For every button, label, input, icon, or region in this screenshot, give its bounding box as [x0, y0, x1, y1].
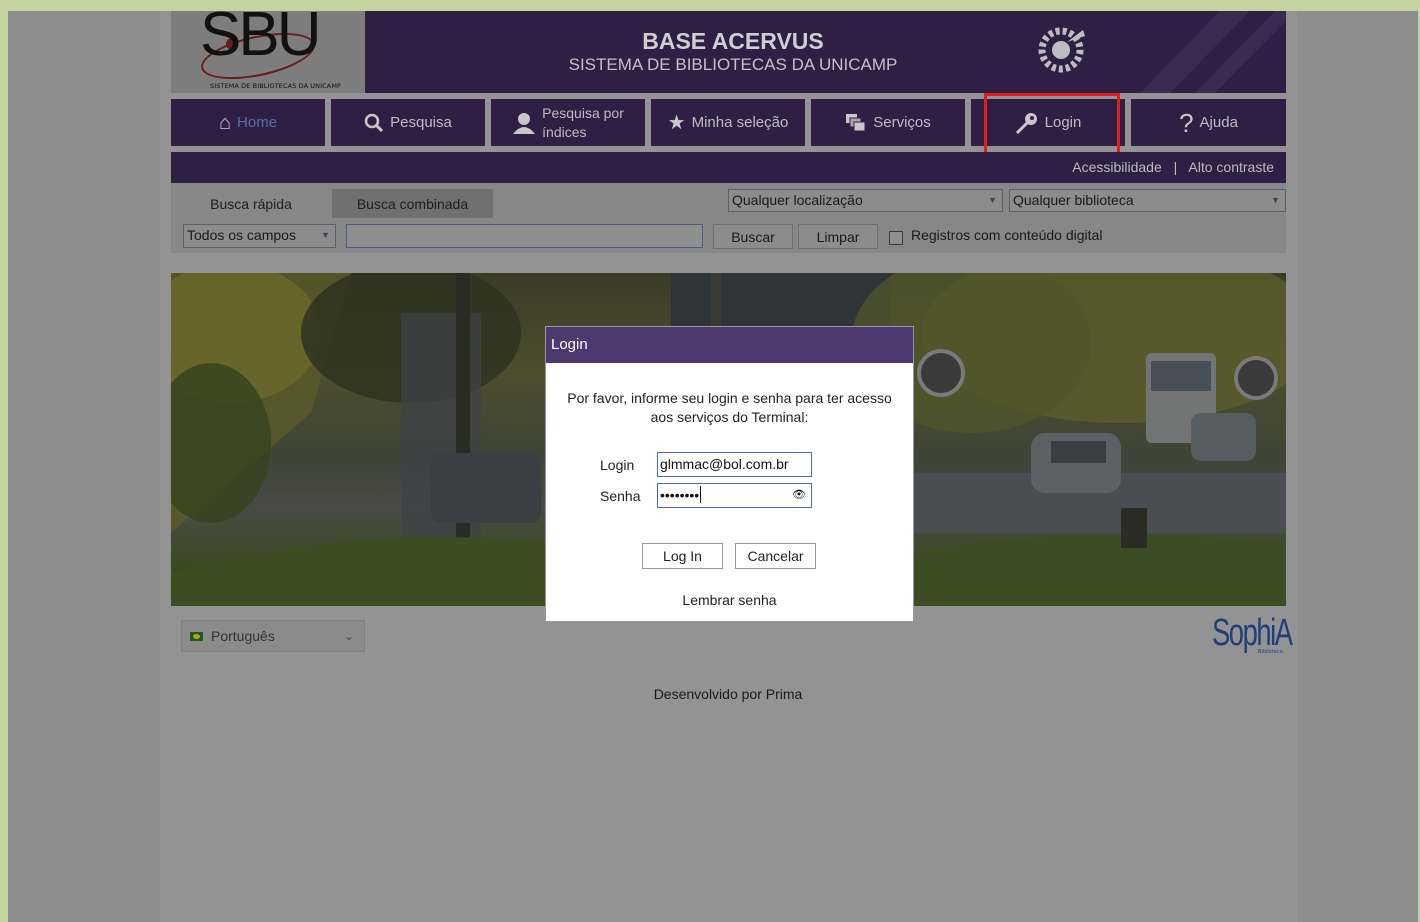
- language-select[interactable]: Português ⌄: [181, 620, 365, 652]
- services-icon: [846, 113, 866, 131]
- dialog-message: Por favor, informe seu login e senha par…: [567, 390, 892, 425]
- question-icon: ?: [1179, 107, 1194, 138]
- search-input[interactable]: [346, 224, 703, 248]
- sophia-logo-subtitle: Biblioteca: [1258, 649, 1283, 655]
- accessibility-bar: Acessibilidade | Alto contraste: [171, 152, 1286, 183]
- senha-field-label: Senha: [600, 488, 641, 504]
- accessibility-links: Acessibilidade | Alto contraste: [1072, 159, 1274, 175]
- nav-indices[interactable]: Pesquisa por índices: [491, 99, 645, 146]
- campos-value: Todos os campos: [187, 227, 296, 243]
- tab-busca-combinada[interactable]: Busca combinada: [332, 189, 493, 218]
- link-separator: |: [1173, 159, 1178, 175]
- biblioteca-value: Qualquer biblioteca: [1013, 192, 1134, 208]
- cancelar-button[interactable]: Cancelar: [735, 543, 816, 569]
- password-value: ••••••••: [660, 487, 700, 503]
- nav-indices-line1: Pesquisa por: [542, 104, 624, 121]
- nav-servicos[interactable]: Serviços: [811, 99, 965, 146]
- lembrar-senha-link[interactable]: Lembrar senha: [546, 592, 913, 608]
- language-value: Português: [211, 628, 275, 644]
- campos-select[interactable]: Todos os campos ▼: [183, 224, 336, 248]
- star-icon: ★: [667, 111, 686, 134]
- biblioteca-select[interactable]: Qualquer biblioteca ▼: [1009, 189, 1286, 212]
- acessibilidade-link[interactable]: Acessibilidade: [1072, 159, 1162, 175]
- nav-home-label: Home: [237, 114, 278, 131]
- unicamp-emblem-icon: [1038, 27, 1085, 73]
- dialog-title: Login: [546, 327, 913, 363]
- logo-subtitle: SISTEMA DE BIBLIOTECAS DA UNICAMP: [210, 82, 342, 90]
- chevron-down-icon: ▼: [321, 230, 330, 240]
- text-caret: [700, 486, 702, 503]
- log-in-button[interactable]: Log In: [642, 543, 723, 569]
- person-index-icon: [513, 112, 536, 134]
- alto-contraste-link[interactable]: Alto contraste: [1188, 159, 1274, 175]
- nav-indices-label: Pesquisa por índices: [542, 104, 624, 142]
- chevron-down-icon: ▼: [1271, 195, 1280, 205]
- limpar-button[interactable]: Limpar: [798, 224, 878, 249]
- localizacao-select[interactable]: Qualquer localização ▼: [728, 189, 1003, 212]
- nav-ajuda[interactable]: ? Ajuda: [1131, 99, 1286, 146]
- chevron-down-icon: ▼: [988, 195, 997, 205]
- home-icon: ⌂: [218, 111, 232, 134]
- localizacao-value: Qualquer localização: [732, 192, 863, 208]
- developed-by-text: Desenvolvido por Prima: [653, 686, 803, 702]
- nav-pesquisa-label: Pesquisa: [390, 114, 452, 131]
- header-decoration: [1140, 11, 1286, 93]
- nav-home[interactable]: ⌂ Home: [171, 99, 325, 146]
- login-input[interactable]: glmmac@bol.com.br: [657, 452, 812, 477]
- nav-minha-selecao[interactable]: ★ Minha seleção: [651, 99, 805, 146]
- buscar-button[interactable]: Buscar: [713, 224, 793, 249]
- nav-servicos-label: Serviços: [873, 114, 931, 131]
- nav-pesquisa[interactable]: Pesquisa: [331, 99, 485, 146]
- chevron-down-icon: ⌄: [343, 629, 354, 643]
- digital-content-checkbox[interactable]: [889, 231, 903, 245]
- login-highlight-box: [984, 93, 1120, 155]
- brazil-flag-icon: [190, 631, 203, 641]
- login-dialog: Login Por favor, informe seu login e sen…: [545, 326, 914, 622]
- digital-content-label: Registros com conteúdo digital: [911, 227, 1103, 243]
- login-field-label: Login: [600, 457, 635, 473]
- eye-icon[interactable]: 👁: [792, 484, 806, 507]
- nav-ajuda-label: Ajuda: [1199, 114, 1238, 131]
- nav-selecao-label: Minha seleção: [691, 114, 789, 131]
- search-icon: [364, 113, 384, 132]
- tab-busca-rapida[interactable]: Busca rápida: [171, 189, 331, 218]
- password-input[interactable]: •••••••• 👁: [657, 483, 812, 508]
- nav-indices-line2: índices: [542, 123, 587, 140]
